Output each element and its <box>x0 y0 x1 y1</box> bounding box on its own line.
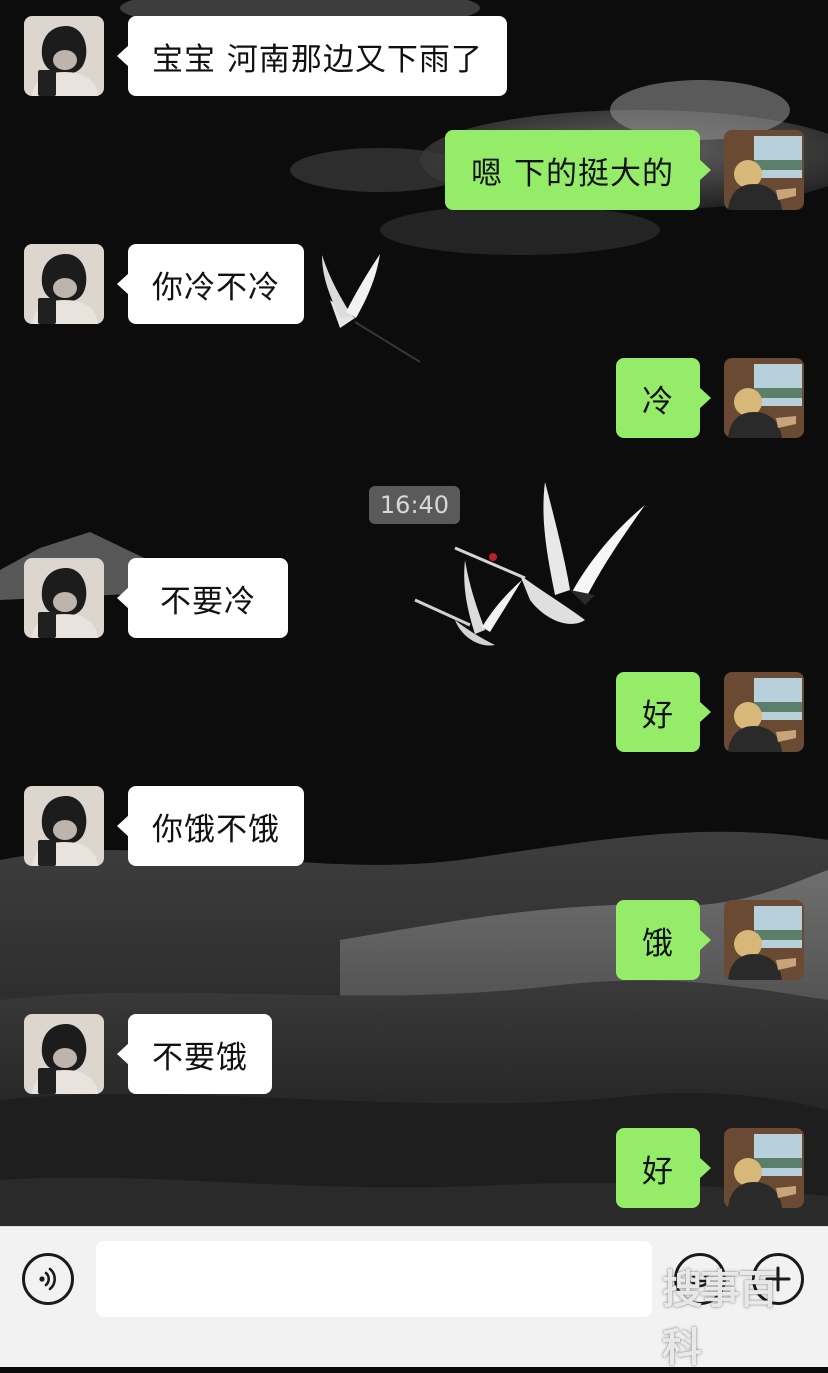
message-text: 不要冷 <box>160 583 256 620</box>
message-bubble-incoming[interactable]: 你饿不饿 <box>117 786 304 866</box>
message-bubble-outgoing[interactable]: 冷 <box>616 358 711 438</box>
chat-area[interactable]: 宝宝 河南那边又下雨了 嗯 下的挺大的 你冷不冷 冷 16:40 不要冷 好 你… <box>0 0 828 1226</box>
contact-avatar[interactable] <box>24 558 104 638</box>
voice-icon <box>39 1267 56 1291</box>
watermark: 搜事百科 <box>662 1267 778 1371</box>
message-text: 你冷不冷 <box>152 269 280 306</box>
message-text: 好 <box>642 697 674 734</box>
contact-avatar[interactable] <box>24 1014 104 1094</box>
message-text: 冷 <box>642 383 674 420</box>
message-timestamp: 16:40 <box>369 486 460 524</box>
self-avatar[interactable] <box>724 672 804 752</box>
self-avatar[interactable] <box>724 130 804 210</box>
message-text: 宝宝 河南那边又下雨了 <box>152 41 483 78</box>
message-bubble-incoming[interactable]: 不要冷 <box>117 558 288 638</box>
contact-avatar[interactable] <box>24 786 104 866</box>
chat-input-bar: 搜事百科 <box>0 1226 828 1371</box>
message-text: 饿 <box>642 925 674 962</box>
message-bubble-incoming[interactable]: 你冷不冷 <box>117 244 304 324</box>
voice-button[interactable] <box>22 1253 74 1305</box>
self-avatar[interactable] <box>724 358 804 438</box>
self-avatar[interactable] <box>724 1128 804 1208</box>
message-text: 嗯 下的挺大的 <box>471 155 674 192</box>
message-bubble-outgoing[interactable]: 饿 <box>616 900 711 980</box>
message-bubble-incoming[interactable]: 不要饿 <box>117 1014 272 1094</box>
message-bubble-incoming[interactable]: 宝宝 河南那边又下雨了 <box>117 16 507 96</box>
message-text: 好 <box>642 1153 674 1190</box>
message-bubble-outgoing[interactable]: 好 <box>616 1128 711 1208</box>
message-text: 你饿不饿 <box>152 811 280 848</box>
message-bubble-outgoing[interactable]: 嗯 下的挺大的 <box>445 130 711 210</box>
message-input[interactable] <box>96 1241 652 1317</box>
self-avatar[interactable] <box>724 900 804 980</box>
contact-avatar[interactable] <box>24 16 104 96</box>
message-text: 不要饿 <box>152 1039 248 1076</box>
message-bubble-outgoing[interactable]: 好 <box>616 672 711 752</box>
contact-avatar[interactable] <box>24 244 104 324</box>
